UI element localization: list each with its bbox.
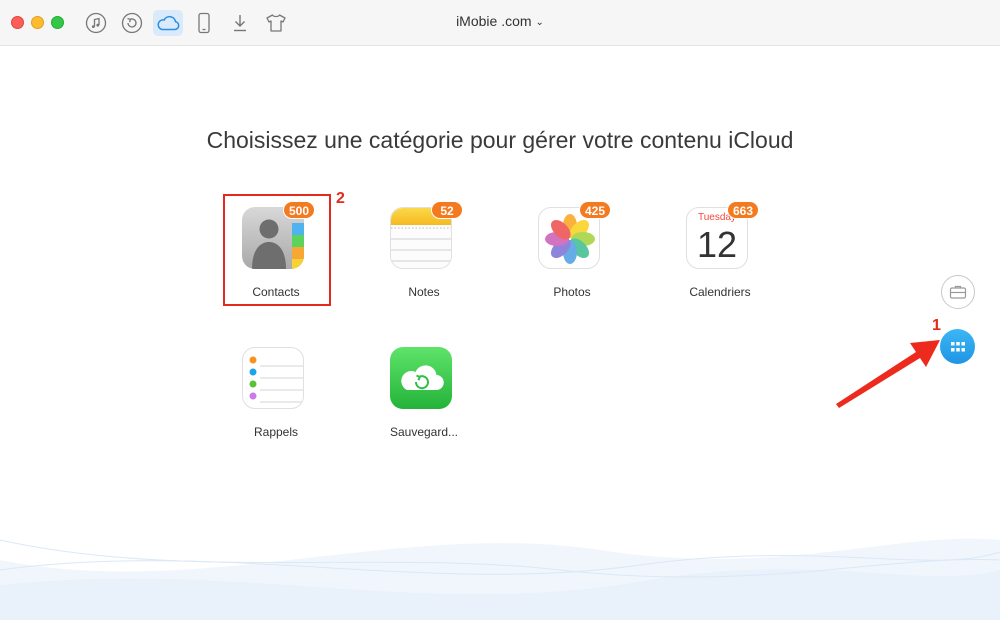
briefcase-icon — [949, 285, 967, 299]
chevron-down-icon: ⌄ — [535, 17, 544, 28]
reminders-icon — [242, 347, 304, 409]
category-label: Sauvegard... — [389, 425, 459, 439]
notes-count-badge: 52 — [431, 201, 463, 219]
category-reminders[interactable]: Rappels — [221, 333, 331, 443]
calendars-count-badge: 663 — [727, 201, 760, 219]
icloud-backup-icon — [390, 347, 452, 409]
category-backups[interactable]: Sauvegard... — [369, 333, 479, 443]
contacts-highlight-annotation — [223, 194, 331, 306]
category-label: Photos — [553, 285, 591, 299]
category-notes[interactable]: 52 Notes — [369, 193, 479, 303]
photos-count-badge: 425 — [579, 201, 612, 219]
calendar-date-label: 12 — [696, 224, 738, 265]
category-label: Rappels — [253, 425, 299, 439]
background-wave — [0, 538, 1000, 620]
page-title: Choisissez une catégorie pour gérer votr… — [206, 127, 794, 153]
device-name-label: iMobie .com — [456, 13, 532, 29]
arrow-annotation — [836, 340, 940, 408]
device-selector[interactable]: iMobie .com ⌄ — [0, 13, 1000, 29]
toolbox-button[interactable] — [941, 275, 975, 309]
category-calendars[interactable]: Tuesday 12 663 Calendriers — [665, 193, 775, 303]
step-2-annotation: 2 — [336, 190, 345, 207]
title-bar: iMobie .com ⌄ — [0, 0, 1000, 46]
category-photos[interactable]: 425 Photos — [517, 193, 627, 303]
category-label: Calendriers — [689, 285, 751, 299]
category-label: Notes — [408, 285, 440, 299]
category-view-button[interactable] — [940, 329, 975, 364]
grid-icon — [950, 341, 965, 351]
